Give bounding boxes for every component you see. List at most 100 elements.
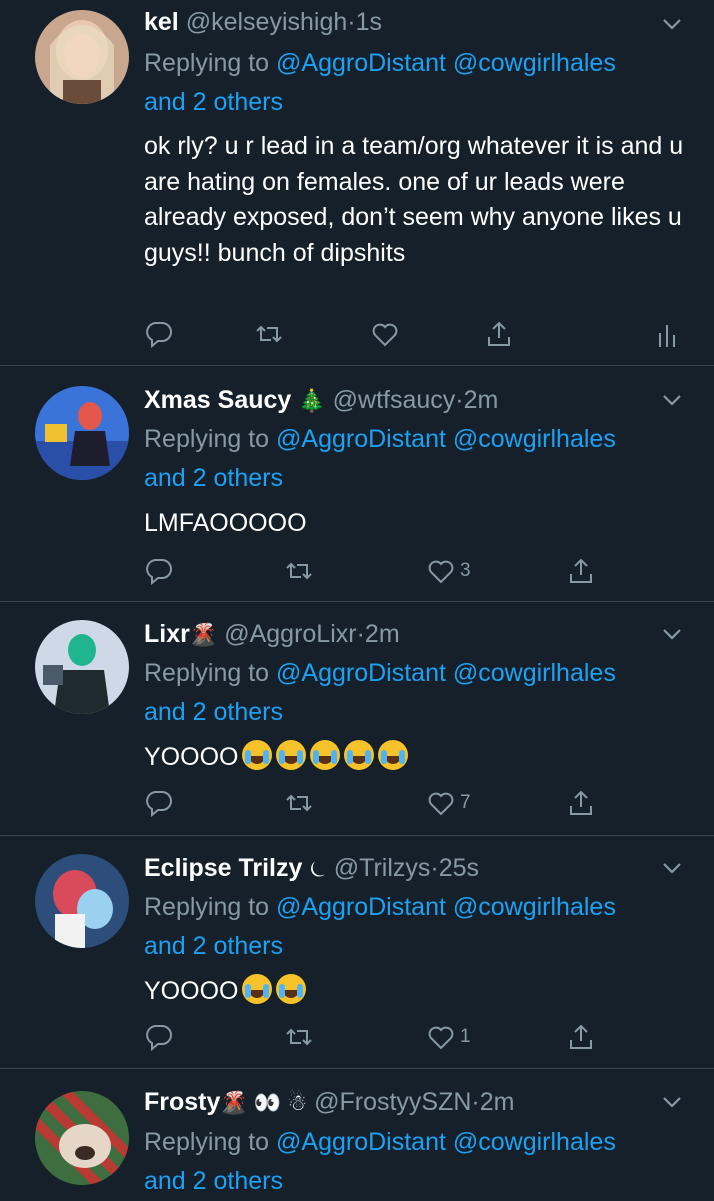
like-count: 1: [460, 1026, 471, 1047]
chevron-down-icon[interactable]: [660, 622, 684, 646]
avatar[interactable]: [35, 620, 129, 714]
tweet-header: Lixr🌋 @AggroLixr·2m: [144, 619, 400, 650]
display-name[interactable]: Lixr: [144, 620, 190, 648]
replying-to: Replying to @AggroDistant @cowgirlhales …: [144, 888, 684, 966]
user-handle[interactable]: @wtfsaucy: [333, 386, 456, 414]
avatar[interactable]: [35, 1091, 129, 1185]
like-button[interactable]: [370, 318, 400, 350]
tweet-5[interactable]: Frosty🌋 👀 ☃ @FrostyySZN·2m Replying to @…: [0, 1069, 714, 1200]
share-icon: [570, 790, 592, 815]
replying-to: Replying to @AggroDistant @cowgirlhales …: [144, 1123, 684, 1201]
analytics-button[interactable]: [652, 318, 682, 350]
user-handle[interactable]: @kelseyishigh: [186, 8, 348, 36]
replying-label: Replying to: [144, 659, 270, 687]
name-emoji: 🌋: [189, 622, 218, 647]
reply-button[interactable]: [144, 1021, 174, 1053]
retweet-button[interactable]: [254, 318, 284, 350]
tweet-1[interactable]: kel @kelseyishigh·1s Replying to @AggroD…: [0, 0, 714, 366]
chevron-down-icon[interactable]: [660, 12, 684, 36]
replying-users[interactable]: @AggroDistant @cowgirlhales: [276, 425, 616, 453]
user-handle[interactable]: @AggroLixr: [224, 620, 356, 648]
tweet-header: kel @kelseyishigh·1s: [144, 7, 382, 37]
like-icon: [428, 792, 454, 816]
replying-label: Replying to: [144, 1128, 270, 1156]
tweet-3[interactable]: Lixr🌋 @AggroLixr·2m Replying to @AggroDi…: [0, 602, 714, 836]
tweet-4[interactable]: Eclipse Trilzy ⏾ @Trilzys·25s Replying t…: [0, 836, 714, 1069]
tweet-2[interactable]: Xmas Saucy 🎄 @wtfsaucy·2m Replying to @A…: [0, 366, 714, 602]
timestamp[interactable]: 2m: [365, 620, 400, 648]
share-button[interactable]: [484, 318, 514, 350]
like-icon: [428, 560, 454, 584]
retweet-icon: [286, 794, 312, 812]
share-button[interactable]: [566, 1021, 596, 1053]
chevron-down-icon[interactable]: [660, 856, 684, 880]
like-icon: [428, 1026, 454, 1050]
replying-to: Replying to @AggroDistant @cowgirlhales …: [144, 420, 684, 498]
timestamp[interactable]: 1s: [356, 8, 382, 36]
replying-others[interactable]: and 2 others: [144, 464, 283, 492]
reply-button[interactable]: [144, 787, 174, 819]
tweet-actions: 7: [144, 787, 684, 819]
tweet-text: ok rly? u r lead in a team/org whatever …: [144, 132, 684, 267]
separator: ·: [356, 620, 365, 648]
share-icon: [570, 1024, 592, 1049]
retweet-icon: [256, 325, 282, 343]
tweet-text: YOOOO: [144, 743, 239, 771]
chevron-down-icon[interactable]: [660, 388, 684, 412]
tweet-text: YOOOO: [144, 977, 239, 1005]
share-icon: [570, 558, 592, 583]
replying-users[interactable]: @AggroDistant @cowgirlhales: [276, 659, 616, 687]
reply-button[interactable]: [144, 318, 174, 350]
tweet-text: LMFAOOOOO: [144, 509, 307, 537]
chevron-down-icon[interactable]: [660, 1090, 684, 1114]
replying-others[interactable]: and 2 others: [144, 88, 283, 116]
retweet-icon: [286, 562, 312, 580]
user-handle[interactable]: @Trilzys: [334, 854, 431, 882]
separator: ·: [455, 386, 464, 414]
reply-icon: [146, 322, 172, 349]
timestamp[interactable]: 25s: [439, 854, 479, 882]
avatar[interactable]: [35, 854, 129, 948]
replying-to: Replying to @AggroDistant @cowgirlhales …: [144, 654, 684, 732]
replying-label: Replying to: [144, 425, 270, 453]
loudly-crying-face-icon: [310, 740, 341, 770]
like-button[interactable]: 3: [426, 555, 471, 587]
retweet-button[interactable]: [284, 787, 314, 819]
timestamp[interactable]: 2m: [480, 1088, 515, 1116]
like-count: 3: [460, 560, 471, 581]
separator: ·: [471, 1088, 480, 1116]
replying-others[interactable]: and 2 others: [144, 698, 283, 726]
timestamp[interactable]: 2m: [464, 386, 499, 414]
avatar[interactable]: [35, 10, 129, 104]
name-emoji: ⏾: [309, 856, 327, 881]
tweet-text-row: YOOOO: [144, 740, 689, 776]
like-count: 7: [460, 792, 471, 813]
replying-users[interactable]: @AggroDistant @cowgirlhales: [276, 49, 616, 77]
tweet-actions: 3: [144, 555, 684, 587]
share-button[interactable]: [566, 787, 596, 819]
replying-others[interactable]: and 2 others: [144, 932, 283, 960]
tweet-actions: [144, 318, 684, 350]
reply-icon: [146, 1025, 172, 1052]
replying-to: Replying to @AggroDistant @cowgirlhales …: [144, 44, 684, 122]
tears-of-joy-face-icon: [276, 974, 307, 1004]
display-name[interactable]: Eclipse Trilzy: [144, 854, 302, 882]
retweet-button[interactable]: [284, 555, 314, 587]
replying-others[interactable]: and 2 others: [144, 1167, 283, 1195]
display-name[interactable]: kel: [144, 8, 179, 36]
tears-of-joy-face-icon: [242, 974, 273, 1004]
share-button[interactable]: [566, 555, 596, 587]
replying-users[interactable]: @AggroDistant @cowgirlhales: [276, 893, 616, 921]
avatar[interactable]: [35, 386, 129, 480]
like-button[interactable]: 7: [426, 787, 471, 819]
separator: ·: [347, 8, 356, 36]
replying-label: Replying to: [144, 49, 270, 77]
reply-icon: [146, 559, 172, 586]
like-button[interactable]: 1: [426, 1021, 471, 1053]
replying-users[interactable]: @AggroDistant @cowgirlhales: [276, 1128, 616, 1156]
user-handle[interactable]: @FrostyySZN: [314, 1088, 471, 1116]
display-name[interactable]: Frosty: [144, 1088, 220, 1116]
display-name[interactable]: Xmas Saucy: [144, 386, 291, 414]
retweet-button[interactable]: [284, 1021, 314, 1053]
reply-button[interactable]: [144, 555, 174, 587]
